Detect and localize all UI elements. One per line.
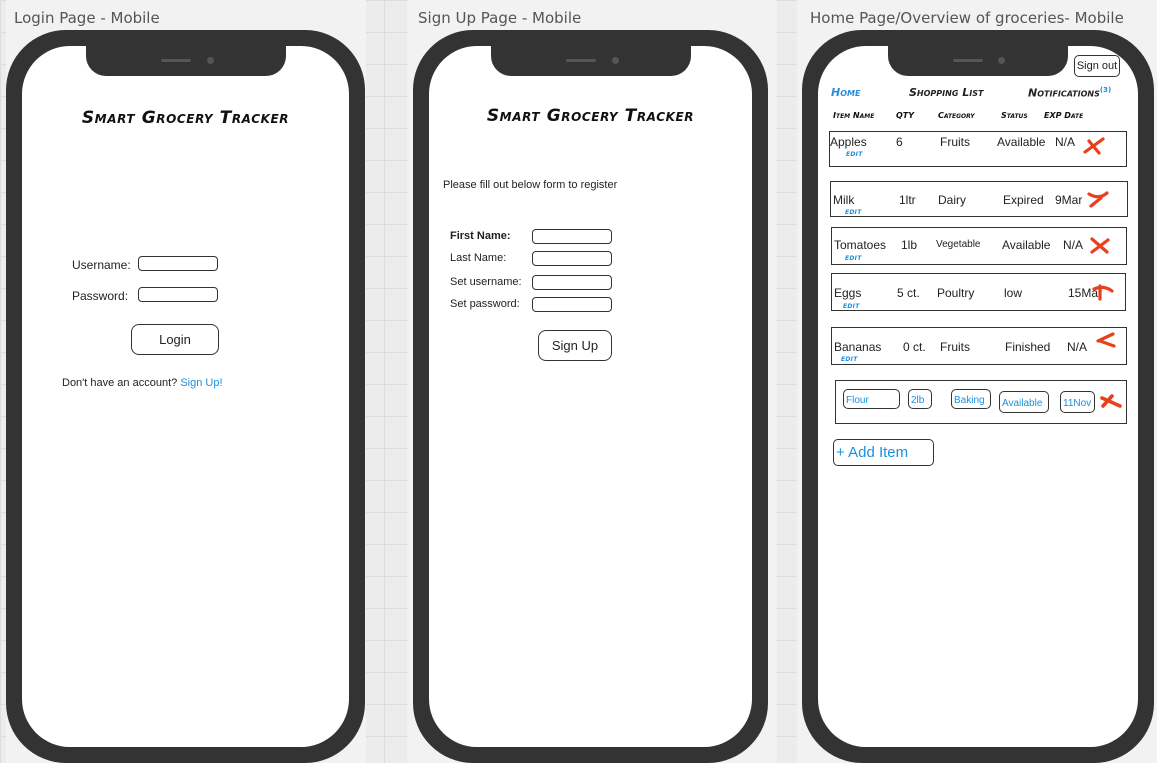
edit-link[interactable]: EDIT bbox=[841, 356, 858, 363]
edit-exp-date-input[interactable] bbox=[1060, 391, 1095, 413]
signout-button[interactable]: Sign out bbox=[1074, 55, 1120, 77]
item-exp-date: N/A bbox=[1055, 135, 1076, 149]
nav-notifications-label: Notifications bbox=[1028, 86, 1100, 100]
password-label: Password: bbox=[72, 289, 129, 303]
first-name-label: First Name: bbox=[450, 230, 511, 242]
table-row[interactable]: Tomatoes EDIT 1lb Vegetable Available N/… bbox=[831, 227, 1127, 265]
delete-icon[interactable] bbox=[1087, 190, 1109, 208]
phone-screen: Smart Grocery Tracker Please fill out be… bbox=[429, 46, 752, 747]
edit-link[interactable]: EDIT bbox=[846, 151, 863, 158]
phone-screen: Smart Grocery Tracker Username: Password… bbox=[22, 46, 349, 747]
last-name-label: Last Name: bbox=[450, 252, 507, 264]
signup-frame: Sign Up Page - Mobile Smart Grocery Trac… bbox=[407, 0, 777, 763]
item-qty: 1ltr bbox=[899, 193, 916, 207]
username-input[interactable] bbox=[138, 256, 218, 271]
app-title: Smart Grocery Tracker bbox=[486, 106, 695, 126]
item-qty: 1lb bbox=[901, 238, 918, 252]
table-row[interactable]: Eggs EDIT 5 ct. Poultry low 15Mar bbox=[831, 273, 1126, 311]
first-name-input[interactable] bbox=[532, 229, 612, 244]
edit-name-input[interactable] bbox=[843, 389, 900, 409]
nav-shopping-list[interactable]: Shopping List bbox=[909, 86, 983, 99]
delete-icon[interactable] bbox=[1100, 393, 1122, 411]
column-header-exp-date: EXP Date bbox=[1044, 111, 1084, 120]
item-name: Eggs bbox=[834, 286, 862, 300]
phone-notch bbox=[85, 46, 286, 76]
edit-status-input[interactable] bbox=[999, 391, 1049, 413]
signup-link[interactable]: Sign Up! bbox=[180, 377, 222, 389]
phone-frame: Smart Grocery Tracker Please fill out be… bbox=[413, 30, 768, 763]
table-row[interactable]: Milk EDIT 1ltr Dairy Expired 9Mar bbox=[830, 181, 1128, 217]
set-password-label: Set password: bbox=[450, 298, 520, 310]
home-frame: Home Page/Overview of groceries- Mobile … bbox=[797, 0, 1157, 763]
item-status: Expired bbox=[1003, 193, 1044, 207]
app-title: Smart Grocery Tracker bbox=[81, 108, 290, 128]
registration-instructions: Please fill out below form to register bbox=[443, 179, 618, 191]
table-row[interactable]: Apples EDIT 6 Fruits Available N/A bbox=[829, 131, 1127, 167]
last-name-input[interactable] bbox=[532, 251, 612, 266]
edit-link[interactable]: EDIT bbox=[845, 209, 862, 216]
delete-icon[interactable] bbox=[1095, 331, 1117, 349]
edit-category-input[interactable] bbox=[951, 389, 991, 409]
delete-icon[interactable] bbox=[1089, 236, 1111, 254]
delete-icon[interactable] bbox=[1083, 137, 1105, 155]
nav-notifications[interactable]: Notifications(3) bbox=[1028, 86, 1111, 100]
notification-badge: (3) bbox=[1099, 86, 1112, 94]
frame-label-home: Home Page/Overview of groceries- Mobile bbox=[810, 9, 1124, 27]
item-category: Fruits bbox=[940, 135, 970, 149]
signup-button[interactable]: Sign Up bbox=[538, 330, 612, 361]
password-input[interactable] bbox=[138, 287, 218, 302]
phone-screen: Sign out Home Shopping List Notification… bbox=[818, 46, 1138, 747]
edit-link[interactable]: EDIT bbox=[843, 303, 860, 310]
item-exp-date: N/A bbox=[1067, 340, 1088, 354]
item-exp-date: 9Mar bbox=[1055, 193, 1083, 207]
item-exp-date: N/A bbox=[1063, 238, 1084, 252]
column-header-item-name: Item Name bbox=[833, 111, 875, 120]
item-name: Bananas bbox=[834, 340, 882, 354]
column-header-category: Category bbox=[938, 111, 975, 120]
item-qty: 0 ct. bbox=[903, 340, 926, 354]
login-button[interactable]: Login bbox=[131, 324, 219, 355]
no-account-text: Don't have an account? bbox=[62, 377, 178, 389]
phone-frame: Smart Grocery Tracker Username: Password… bbox=[6, 30, 365, 763]
delete-icon[interactable] bbox=[1092, 283, 1114, 301]
column-header-qty: QTY bbox=[896, 111, 915, 120]
item-name: Apples bbox=[830, 135, 867, 149]
set-username-input[interactable] bbox=[532, 275, 612, 290]
item-status: low bbox=[1004, 286, 1023, 300]
item-category: Vegetable bbox=[936, 239, 981, 250]
username-label: Username: bbox=[72, 258, 131, 272]
editing-row[interactable] bbox=[835, 380, 1127, 424]
item-qty: 6 bbox=[896, 135, 903, 149]
login-frame: Login Page - Mobile Smart Grocery Tracke… bbox=[6, 0, 366, 763]
item-category: Fruits bbox=[940, 340, 970, 354]
set-username-label: Set username: bbox=[450, 276, 522, 288]
phone-frame: Sign out Home Shopping List Notification… bbox=[802, 30, 1154, 763]
phone-notch bbox=[490, 46, 691, 76]
set-password-input[interactable] bbox=[532, 297, 612, 312]
frame-label-signup: Sign Up Page - Mobile bbox=[418, 9, 582, 27]
phone-notch bbox=[888, 46, 1068, 76]
item-category: Poultry bbox=[937, 286, 975, 300]
column-header-status: Status bbox=[1001, 111, 1028, 120]
signup-prompt: Don't have an account? Sign Up! bbox=[62, 377, 223, 389]
item-status: Available bbox=[997, 135, 1046, 149]
item-status: Available bbox=[1002, 238, 1051, 252]
item-qty: 5 ct. bbox=[897, 286, 920, 300]
nav-home[interactable]: Home bbox=[831, 86, 860, 99]
item-name: Tomatoes bbox=[834, 238, 887, 252]
table-row[interactable]: Bananas EDIT 0 ct. Fruits Finished N/A bbox=[831, 327, 1127, 365]
edit-link[interactable]: EDIT bbox=[845, 255, 862, 262]
item-name: Milk bbox=[833, 193, 855, 207]
edit-qty-input[interactable] bbox=[908, 389, 932, 409]
item-category: Dairy bbox=[938, 193, 967, 207]
item-status: Finished bbox=[1005, 340, 1051, 354]
frame-label-login: Login Page - Mobile bbox=[14, 9, 160, 27]
add-item-button[interactable]: + Add Item bbox=[833, 439, 934, 466]
